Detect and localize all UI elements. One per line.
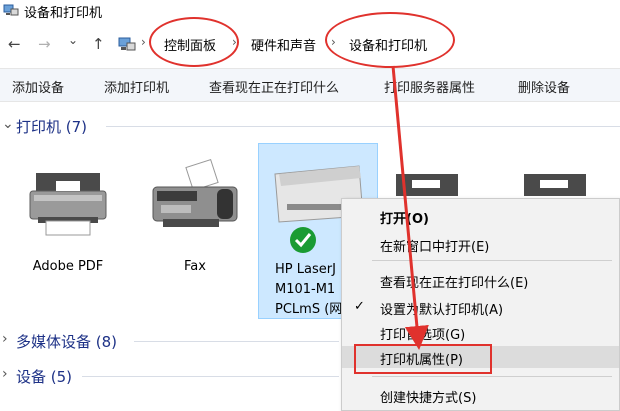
menu-item-printing-preferences[interactable]: 打印首选项(G)	[342, 321, 619, 343]
add-device-button[interactable]: 添加设备	[12, 77, 64, 96]
device-name: Adobe PDF	[32, 259, 104, 274]
menu-item-open[interactable]: 打开(O)	[342, 205, 619, 227]
breadcrumb-separator: ›	[331, 35, 336, 49]
section-devices-label: 设备 (5)	[16, 368, 73, 386]
control-panel-icon	[118, 37, 136, 51]
address-bar: ← → ⌄ ↑ › 控制面板 › 硬件和声音 › 设备和打印机	[0, 27, 620, 63]
recent-locations-dropdown[interactable]: ⌄	[68, 33, 78, 47]
section-divider	[134, 341, 339, 342]
menu-separator	[372, 260, 612, 261]
section-divider	[106, 126, 620, 127]
breadcrumb-separator: ›	[141, 35, 146, 49]
printer-icon	[29, 173, 107, 236]
print-server-properties-button[interactable]: 打印服务器属性	[384, 77, 475, 96]
device-fax[interactable]: Fax	[135, 143, 255, 319]
fax-icon	[152, 158, 238, 227]
expand-chevron-icon[interactable]: ›	[2, 331, 8, 347]
breadcrumb-devices-printers[interactable]: 设备和打印机	[349, 35, 427, 54]
menu-item-create-shortcut[interactable]: 创建快捷方式(S)	[342, 384, 619, 406]
menu-item-set-default-printer[interactable]: ✓ 设置为默认打印机(A)	[342, 296, 619, 318]
add-printer-button[interactable]: 添加打印机	[104, 77, 169, 96]
collapse-chevron-icon[interactable]: ⌄	[2, 116, 14, 132]
menu-item-open-new-window[interactable]: 在新窗口中打开(E)	[342, 233, 619, 255]
devices-printers-icon	[3, 4, 19, 16]
section-printers-label: 打印机 (7)	[16, 118, 88, 136]
menu-item-printer-properties[interactable]: 打印机属性(P)	[342, 346, 619, 368]
context-menu: 打开(O) 在新窗口中打开(E) 查看现在正在打印什么(E) ✓ 设置为默认打印…	[341, 198, 620, 411]
expand-chevron-icon[interactable]: ›	[2, 366, 8, 382]
section-multimedia-label: 多媒体设备 (8)	[16, 333, 118, 351]
breadcrumb-control-panel[interactable]: 控制面板	[164, 35, 216, 54]
forward-button[interactable]: →	[38, 35, 51, 53]
command-toolbar: 添加设备 添加打印机 查看现在正在打印什么 打印服务器属性 删除设备	[0, 68, 620, 102]
window-title: 设备和打印机	[24, 6, 103, 21]
breadcrumb-hardware-sound[interactable]: 硬件和声音	[251, 35, 316, 54]
device-name: Fax	[184, 259, 206, 274]
breadcrumb-separator: ›	[232, 35, 237, 49]
checkmark-icon: ✓	[354, 299, 365, 314]
section-divider	[82, 376, 339, 377]
remove-device-button[interactable]: 删除设备	[518, 77, 570, 96]
see-whats-printing-button[interactable]: 查看现在正在打印什么	[209, 77, 339, 96]
menu-separator	[372, 376, 612, 377]
device-adobe-pdf[interactable]: Adobe PDF	[8, 143, 128, 319]
menu-item-see-whats-printing[interactable]: 查看现在正在打印什么(E)	[342, 269, 619, 291]
title-bar: 设备和打印机	[0, 0, 620, 24]
back-button[interactable]: ←	[8, 35, 21, 53]
up-button[interactable]: ↑	[92, 35, 105, 53]
section-printers[interactable]: ⌄ 打印机 (7)	[0, 114, 620, 138]
